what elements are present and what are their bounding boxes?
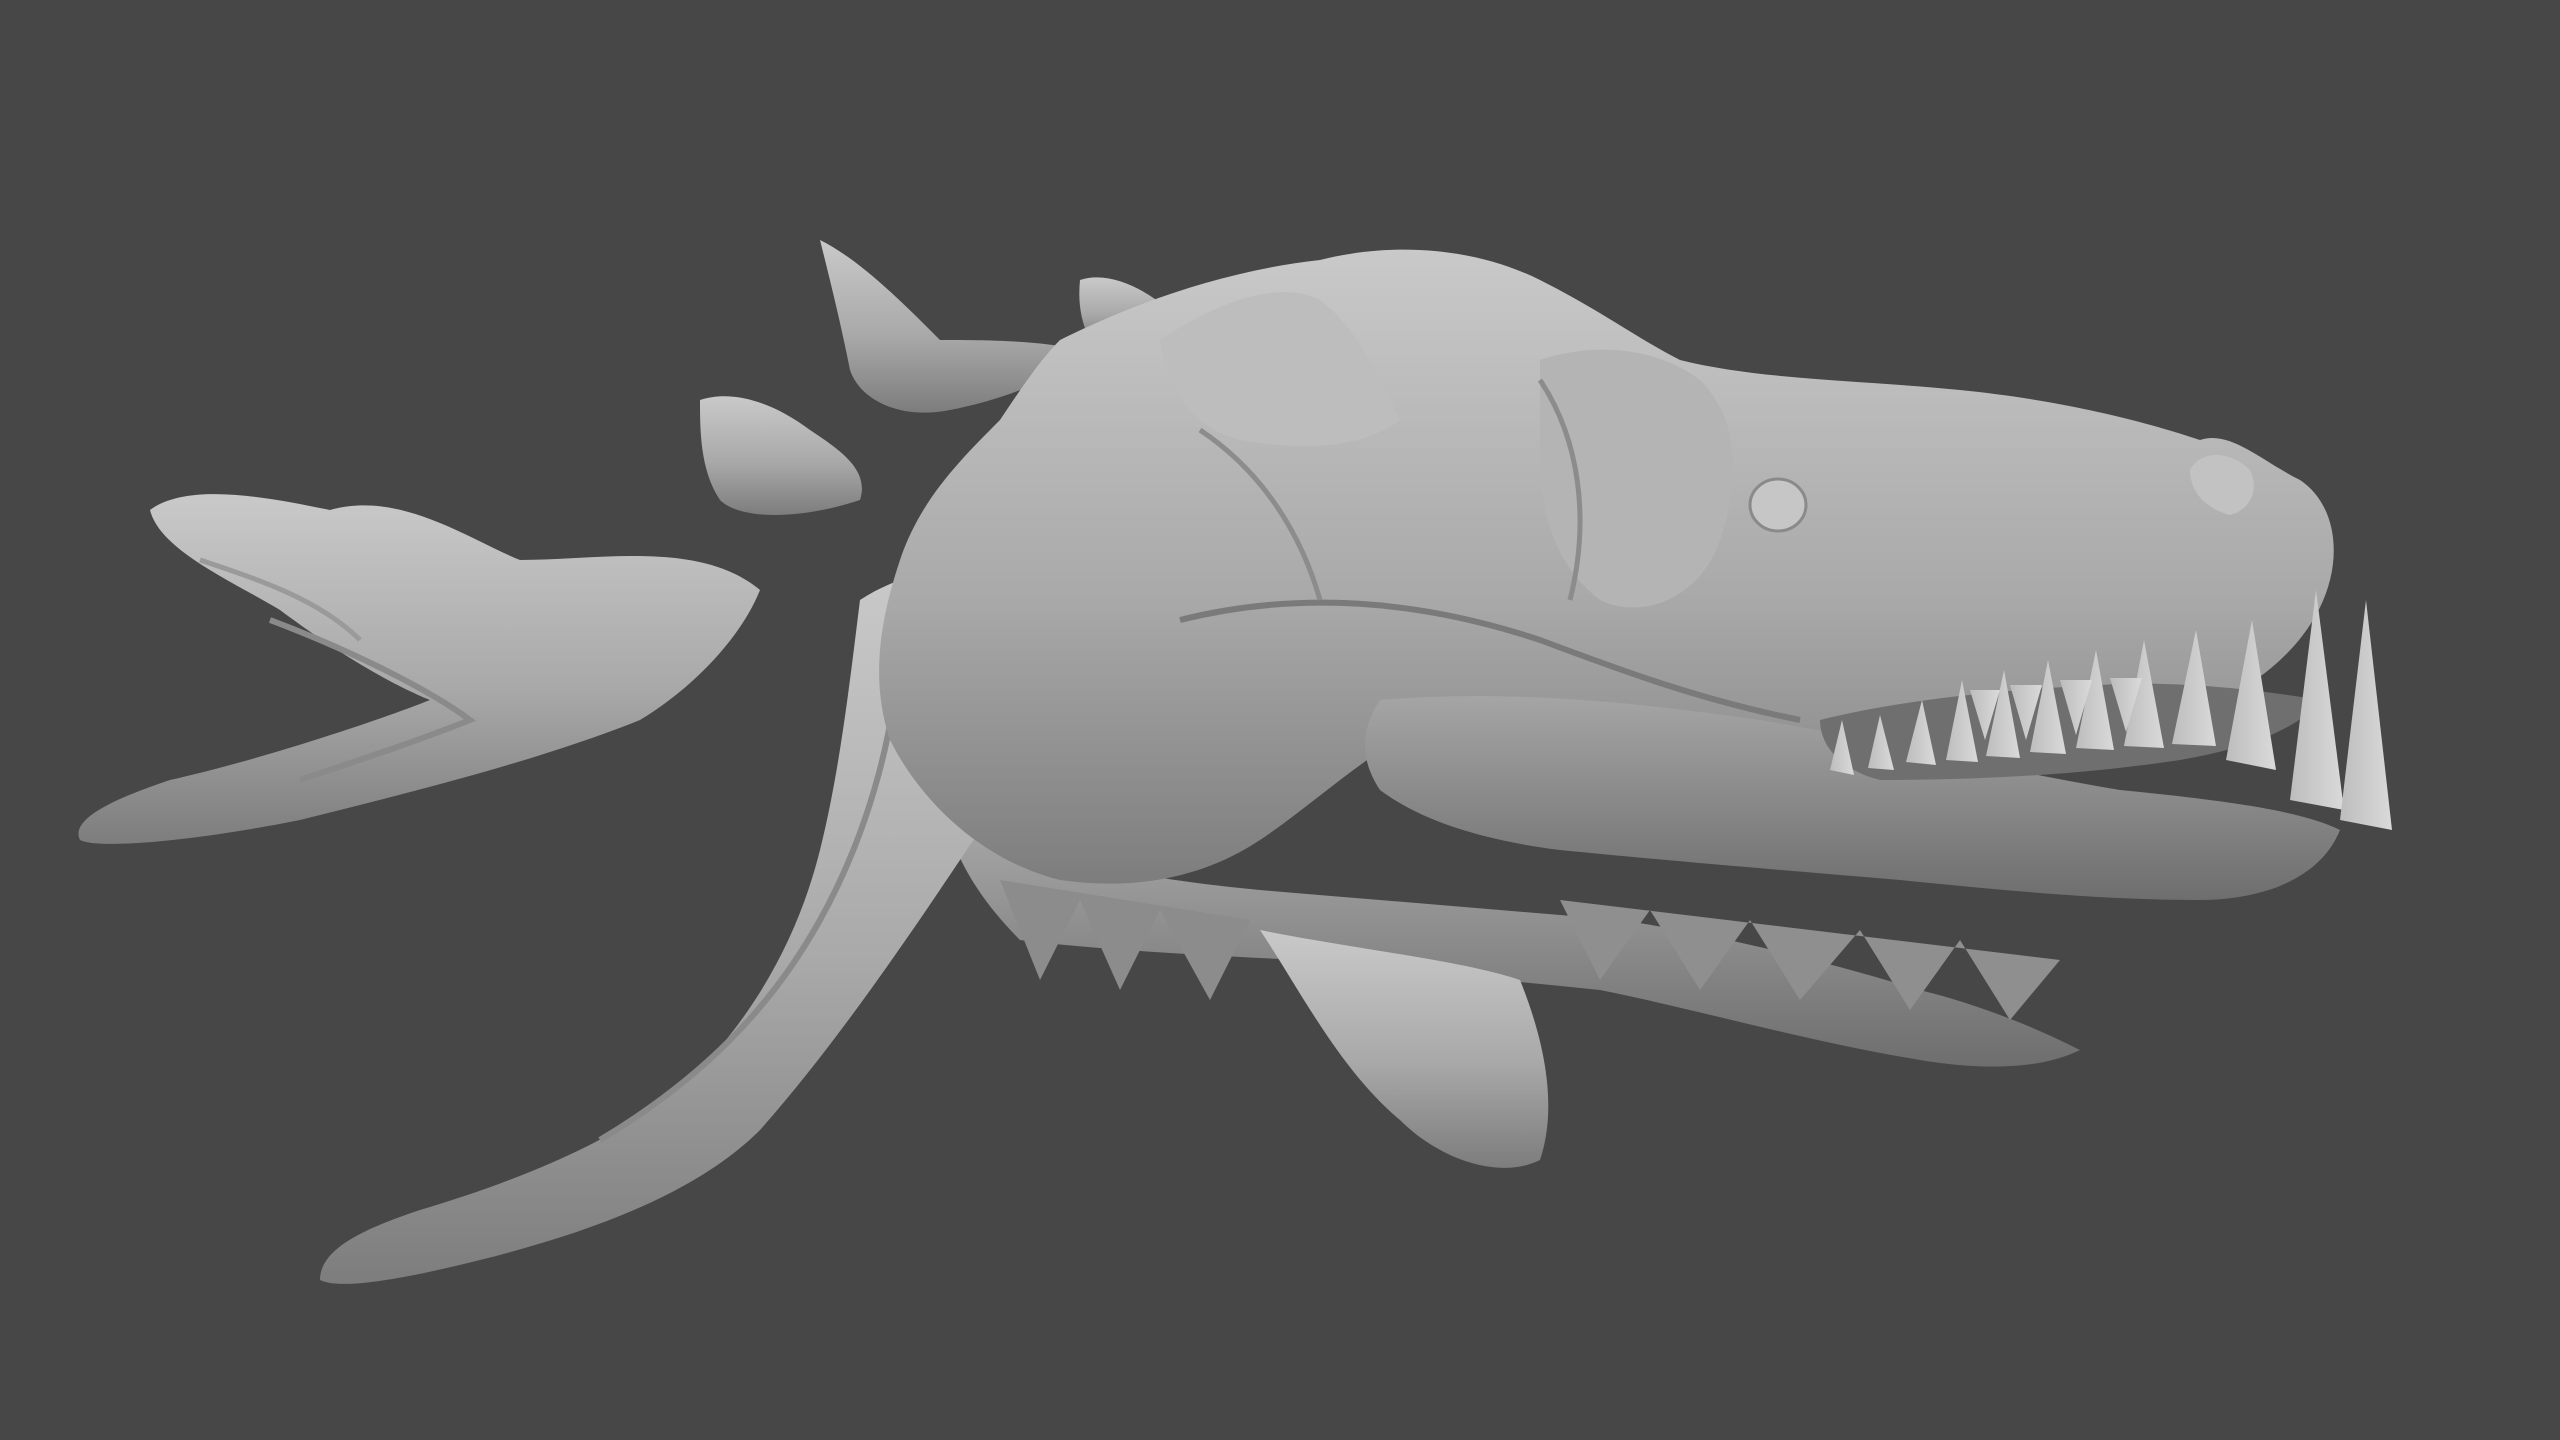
3d-viewport[interactable] (0, 0, 2560, 1440)
skull-body (879, 249, 2340, 900)
eye-bump (1748, 477, 1808, 533)
dragon-skull-sculpt[interactable] (0, 0, 2560, 1440)
back-frill (78, 494, 760, 844)
